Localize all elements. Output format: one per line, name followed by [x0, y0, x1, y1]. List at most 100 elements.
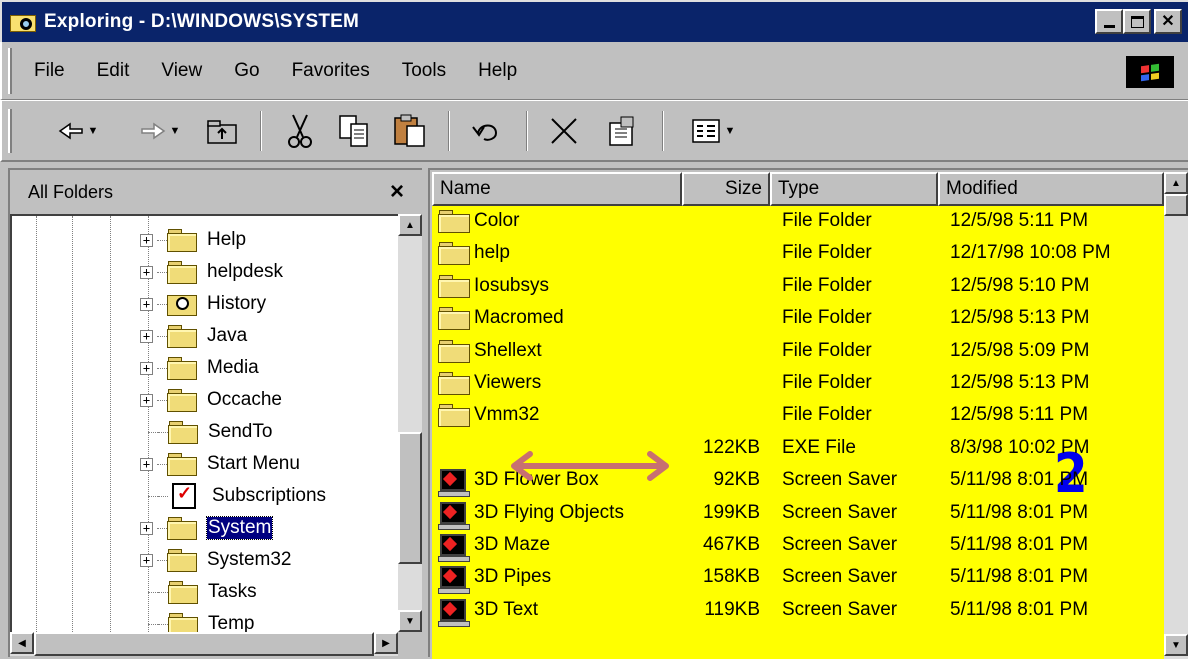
tree-item-label: Temp: [208, 613, 255, 632]
expand-plus-icon[interactable]: +: [140, 329, 153, 343]
list-scroll-down-button[interactable]: ▼: [1164, 634, 1188, 656]
file-name: 3D Maze: [474, 534, 551, 555]
tree-item-system32[interactable]: + System32: [140, 544, 291, 576]
up-folder-button[interactable]: [200, 109, 244, 153]
folders-pane: All Folders × + Help + helpdesk + History + Jav…: [8, 168, 422, 657]
scroll-thumb[interactable]: [398, 432, 422, 564]
tree-item-sendto[interactable]: SendTo: [140, 416, 272, 448]
close-button[interactable]: ✕: [1154, 9, 1182, 34]
column-type-header[interactable]: Type: [770, 172, 938, 206]
toolbar-grip[interactable]: [8, 109, 12, 153]
file-row[interactable]: Shellext File Folder 12/5/98 5:09 PM: [432, 336, 1164, 368]
menu-help[interactable]: Help: [478, 60, 517, 82]
file-row[interactable]: 3D Flying Objects 199KB Screen Saver 5/11/9…: [432, 498, 1164, 530]
copy-icon: [339, 115, 368, 147]
menu-go[interactable]: Go: [234, 60, 259, 82]
copy-button[interactable]: [332, 109, 376, 153]
file-name: 3D Pipes: [474, 566, 552, 588]
expand-plus-icon[interactable]: +: [140, 457, 153, 471]
delete-button[interactable]: [542, 109, 586, 153]
file-row[interactable]: Iosubsys File Folder 12/5/98 5:10 PM: [432, 271, 1164, 303]
folders-pane-header: All Folders ×: [10, 170, 422, 214]
expand-plus-icon[interactable]: +: [140, 297, 153, 311]
delete-x-icon: [551, 118, 577, 144]
scroll-up-button[interactable]: ▲: [398, 214, 422, 236]
forward-button[interactable]: ▼: [130, 109, 190, 153]
list-scroll-thumb[interactable]: [1164, 194, 1188, 216]
tree-item-history[interactable]: + History: [140, 288, 266, 320]
tree-item-temp[interactable]: Temp: [140, 608, 254, 632]
expand-plus-icon[interactable]: +: [140, 361, 153, 375]
column-size-header[interactable]: Size: [682, 172, 770, 206]
menu-edit[interactable]: Edit: [97, 60, 130, 82]
maximize-button[interactable]: [1123, 9, 1151, 34]
tree-item-help[interactable]: + Help: [140, 224, 246, 256]
file-row[interactable]: 3D Maze 467KB Screen Saver 5/11/98 8:01 PM: [432, 530, 1164, 562]
paste-icon: [394, 114, 425, 147]
close-pane-icon[interactable]: ×: [390, 178, 404, 206]
file-row[interactable]: Macromed File Folder 12/5/98 5:13 PM: [432, 303, 1164, 335]
expand-plus-icon[interactable]: +: [140, 233, 153, 247]
folders-vertical-scrollbar[interactable]: ▲ ▼: [398, 214, 422, 632]
tree-item-label: Subscriptions: [212, 485, 327, 506]
cut-button[interactable]: [278, 109, 322, 153]
tree-item-start-menu[interactable]: + Start Menu: [140, 448, 300, 480]
folders-horizontal-scrollbar[interactable]: ◀ ▶: [10, 632, 398, 656]
tree-item-occache[interactable]: + Occache: [140, 384, 282, 416]
views-button[interactable]: ▼: [678, 109, 748, 153]
toolbar-separator: [260, 111, 262, 151]
file-type: Screen Saver: [782, 534, 898, 555]
file-row[interactable]: Vmm32 File Folder 12/5/98 5:11 PM: [432, 400, 1164, 432]
undo-button[interactable]: [464, 109, 508, 153]
menu-favorites[interactable]: Favorites: [292, 60, 370, 82]
list-scroll-up-button[interactable]: ▲: [1164, 172, 1188, 194]
file-modified: 5/11/98 8:01 PM: [950, 469, 1089, 491]
hscroll-thumb[interactable]: [34, 632, 374, 656]
list-vertical-scrollbar[interactable]: ▲ ▼: [1164, 172, 1188, 659]
scroll-down-button[interactable]: ▼: [398, 610, 422, 632]
file-row[interactable]: Viewers File Folder 12/5/98 5:13 PM: [432, 368, 1164, 400]
tree-item-system[interactable]: + System: [140, 512, 274, 544]
file-row[interactable]: 3D Pipes 158KB Screen Saver 5/11/98 8:01 PM: [432, 562, 1164, 595]
expand-plus-icon[interactable]: +: [140, 265, 153, 279]
tree-item-helpdesk[interactable]: + helpdesk: [140, 256, 283, 288]
expand-plus-icon[interactable]: +: [140, 521, 153, 535]
file-row[interactable]: Color File Folder 12/5/98 5:11 PM: [432, 206, 1164, 238]
scroll-right-button[interactable]: ▶: [374, 632, 398, 654]
tree-item-subscriptions[interactable]: Subscriptions: [140, 480, 326, 512]
menu-view[interactable]: View: [161, 60, 202, 82]
tree-item-label: Media: [207, 357, 259, 378]
forward-dropdown-icon[interactable]: ▼: [170, 125, 181, 137]
scroll-left-button[interactable]: ◀: [10, 632, 34, 654]
menu-tools[interactable]: Tools: [402, 60, 446, 82]
file-list[interactable]: Name Size Type Modified 2 Color File Fold…: [432, 172, 1164, 659]
file-name: 3D Text: [474, 598, 539, 620]
tree-item-label: Start Menu: [207, 453, 300, 474]
views-dropdown-icon[interactable]: ▼: [725, 125, 736, 137]
tree-item-media[interactable]: + Media: [140, 352, 259, 384]
file-type: Screen Saver: [782, 469, 898, 491]
file-name: 3D Flying Objects: [474, 501, 624, 523]
properties-button[interactable]: [600, 109, 644, 153]
column-name-header[interactable]: Name: [432, 172, 682, 206]
tree-item-java[interactable]: + Java: [140, 320, 247, 352]
menu-file[interactable]: File: [34, 60, 65, 82]
file-row[interactable]: 3D Text 119KB Screen Saver 5/11/98 8:01 PM: [432, 595, 1164, 627]
expand-plus-icon[interactable]: +: [140, 393, 153, 407]
back-dropdown-icon[interactable]: ▼: [88, 125, 99, 137]
folder-tree[interactable]: + Help + helpdesk + History + Java + Media + Occach…: [10, 214, 398, 632]
file-type: Screen Saver: [782, 598, 898, 620]
column-modified-header[interactable]: Modified: [938, 172, 1164, 206]
tree-connector: [157, 399, 167, 401]
file-row[interactable]: help File Folder 12/17/98 10:08 PM: [432, 238, 1164, 270]
tree-item-tasks[interactable]: Tasks: [140, 576, 257, 608]
tree-connector: [158, 495, 168, 497]
back-button[interactable]: ▼: [48, 109, 108, 153]
folder-icon: [438, 242, 470, 266]
folder-icon: [438, 210, 470, 233]
file-modified: 12/17/98 10:08 PM: [950, 242, 1111, 264]
menu-grip[interactable]: [8, 48, 12, 94]
expand-plus-icon[interactable]: +: [140, 553, 153, 567]
paste-button[interactable]: [388, 109, 432, 153]
minimize-button[interactable]: [1095, 9, 1123, 34]
